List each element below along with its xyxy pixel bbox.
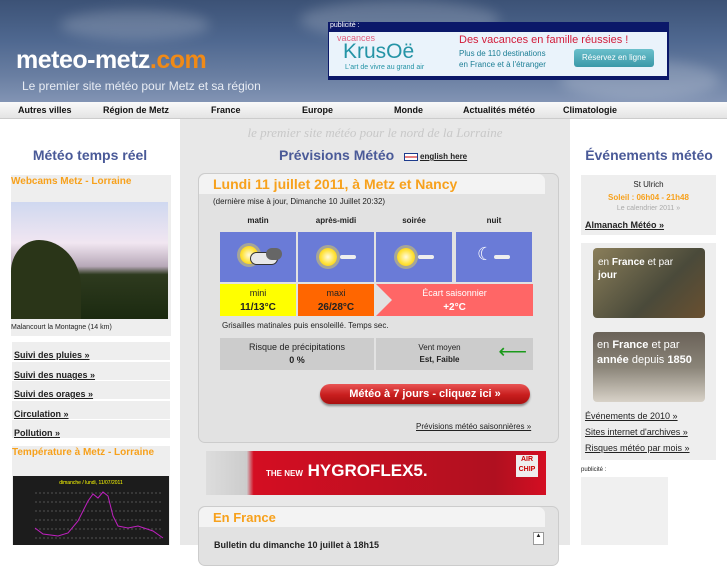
france-heading: En France (213, 510, 276, 525)
ad-brand: KrusOë (343, 40, 415, 63)
link-circulation[interactable]: Circulation » (12, 401, 170, 419)
scroll-up-button[interactable]: ▲ (533, 532, 544, 545)
left-title: Météo temps réel (32, 147, 148, 163)
sun-times: Soleil : 06h04 - 21h48 (608, 193, 689, 202)
france-par-annee-image[interactable]: en France et par année depuis 1850 (593, 332, 705, 402)
wind-arrow-icon: ⟵ (498, 341, 527, 363)
ad-text: Plus de 110 destinations en France et à … (459, 49, 546, 69)
nav-monde[interactable]: Monde (394, 105, 423, 115)
link-orages[interactable]: Suivi des orages » (12, 381, 170, 399)
almanach-link[interactable]: Almanach Météo » (585, 220, 664, 230)
uk-flag-icon (404, 152, 418, 161)
min-temp: mini 11/13°C (220, 284, 296, 316)
webcam-title: Webcams Metz - Lorraine (11, 176, 132, 187)
period-label: matin (247, 216, 269, 225)
almanach-box: St Ulrich Soleil : 06h04 - 21h48 Le cale… (581, 175, 716, 235)
right-ad[interactable] (581, 477, 668, 545)
right-ad-label: publicité : (581, 467, 607, 473)
ad-headline: Des vacances en famille réussies ! (459, 34, 629, 46)
period-label: après-midi (315, 216, 357, 225)
center-title: Prévisions Météo (279, 147, 395, 163)
nav-climatologie[interactable]: Climatologie (563, 105, 617, 115)
wind-box: Vent moyen Est, Faible ⟵ (376, 338, 533, 370)
link-label[interactable]: Suivi des orages » (14, 389, 93, 399)
nav-region-metz[interactable]: Région de Metz (103, 105, 169, 115)
archives-link[interactable]: Sites internet d'archives » (585, 427, 688, 437)
temperature-curve (34, 491, 164, 539)
link-label[interactable]: Suivi des nuages » (14, 370, 95, 380)
link-pollution[interactable]: Pollution » (12, 420, 170, 438)
ad-brand-sub: L'art de vivre au grand air (345, 64, 425, 71)
max-temp: maxi 26/28°C (298, 284, 374, 316)
hygroflex-ad[interactable]: THE NEW HYGROFLEX5. AIR CHIP (206, 451, 546, 495)
webcam-box: Webcams Metz - Lorraine Malancourt la Mo… (11, 175, 171, 336)
precipitation-box: Risque de précipitations 0 % (220, 338, 374, 370)
temperature-chart[interactable]: dimanche / lundi, 11/07/2011 (13, 476, 169, 545)
tagline: Le premier site météo pour Metz et sa ré… (22, 79, 261, 93)
nav-europe[interactable]: Europe (302, 105, 333, 115)
right-title: Événements météo (585, 147, 713, 163)
seasonal-deviation: Écart saisonnier +2°C (376, 284, 533, 316)
ad-cta-button[interactable]: Réservez en ligne (574, 49, 654, 67)
saint-of-day: St Ulrich (633, 180, 664, 189)
link-label[interactable]: Circulation » (14, 409, 69, 419)
nav-actualites[interactable]: Actualités météo (463, 105, 535, 115)
seasonal-link[interactable]: Prévisions météo saisonnières » (416, 422, 531, 431)
air-chip-logo: AIR CHIP (516, 455, 538, 477)
sun-cloud-icon (220, 232, 296, 282)
period-label: nuit (486, 216, 502, 225)
sun-icon (298, 232, 374, 282)
slogan: le premier site météo pour le nord de la… (247, 125, 503, 140)
france-bulletin: Bulletin du dimanche 10 juillet à 18h15 (214, 540, 380, 550)
temperature-box: Température à Metz - Lorraine dimanche /… (12, 446, 170, 545)
link-nuages[interactable]: Suivi des nuages » (12, 362, 170, 380)
site-logo[interactable]: meteo-metz.com (16, 46, 207, 75)
ad-label: publicité : (330, 22, 360, 29)
webcam-image[interactable] (11, 202, 168, 319)
forecast-description: Grisailles matinales puis ensoleillé. Te… (222, 321, 389, 330)
seven-day-button[interactable]: Météo à 7 jours - cliquez ici » (320, 384, 530, 404)
events-box: en France et par jour en France et par ann… (581, 243, 716, 460)
nav-autres-villes[interactable]: Autres villes (18, 105, 72, 115)
period-label: soirée (402, 216, 426, 225)
english-link[interactable]: english here (404, 152, 467, 161)
forecast-heading: Lundi 11 juillet 2011, à Metz et Nancy (213, 176, 458, 192)
calendar-link[interactable]: Le calendrier 2011 » (581, 205, 716, 212)
main-nav: Autres villes Région de Metz France Euro… (0, 102, 727, 119)
events-2010-link[interactable]: Événements de 2010 » (585, 411, 678, 421)
temperature-title: Température à Metz - Lorraine (12, 447, 155, 458)
sun-icon (376, 232, 452, 282)
france-par-jour-image[interactable]: en France et par jour (593, 248, 705, 318)
monthly-risks-link[interactable]: Risques météo par mois » (585, 443, 690, 453)
webcam-caption: Malancourt la Montagne (14 km) (11, 324, 112, 331)
forecast-updated: (dernière mise à jour, Dimanche 10 Juill… (213, 197, 386, 206)
link-label[interactable]: Suivi des pluies » (14, 350, 90, 360)
nav-france[interactable]: France (211, 105, 241, 115)
moon-icon: ☾ (456, 232, 532, 282)
link-label[interactable]: Pollution » (14, 428, 60, 438)
top-ad-banner[interactable]: publicité : vacances KrusOë L'art de viv… (328, 22, 669, 80)
link-pluies[interactable]: Suivi des pluies » (12, 342, 170, 360)
